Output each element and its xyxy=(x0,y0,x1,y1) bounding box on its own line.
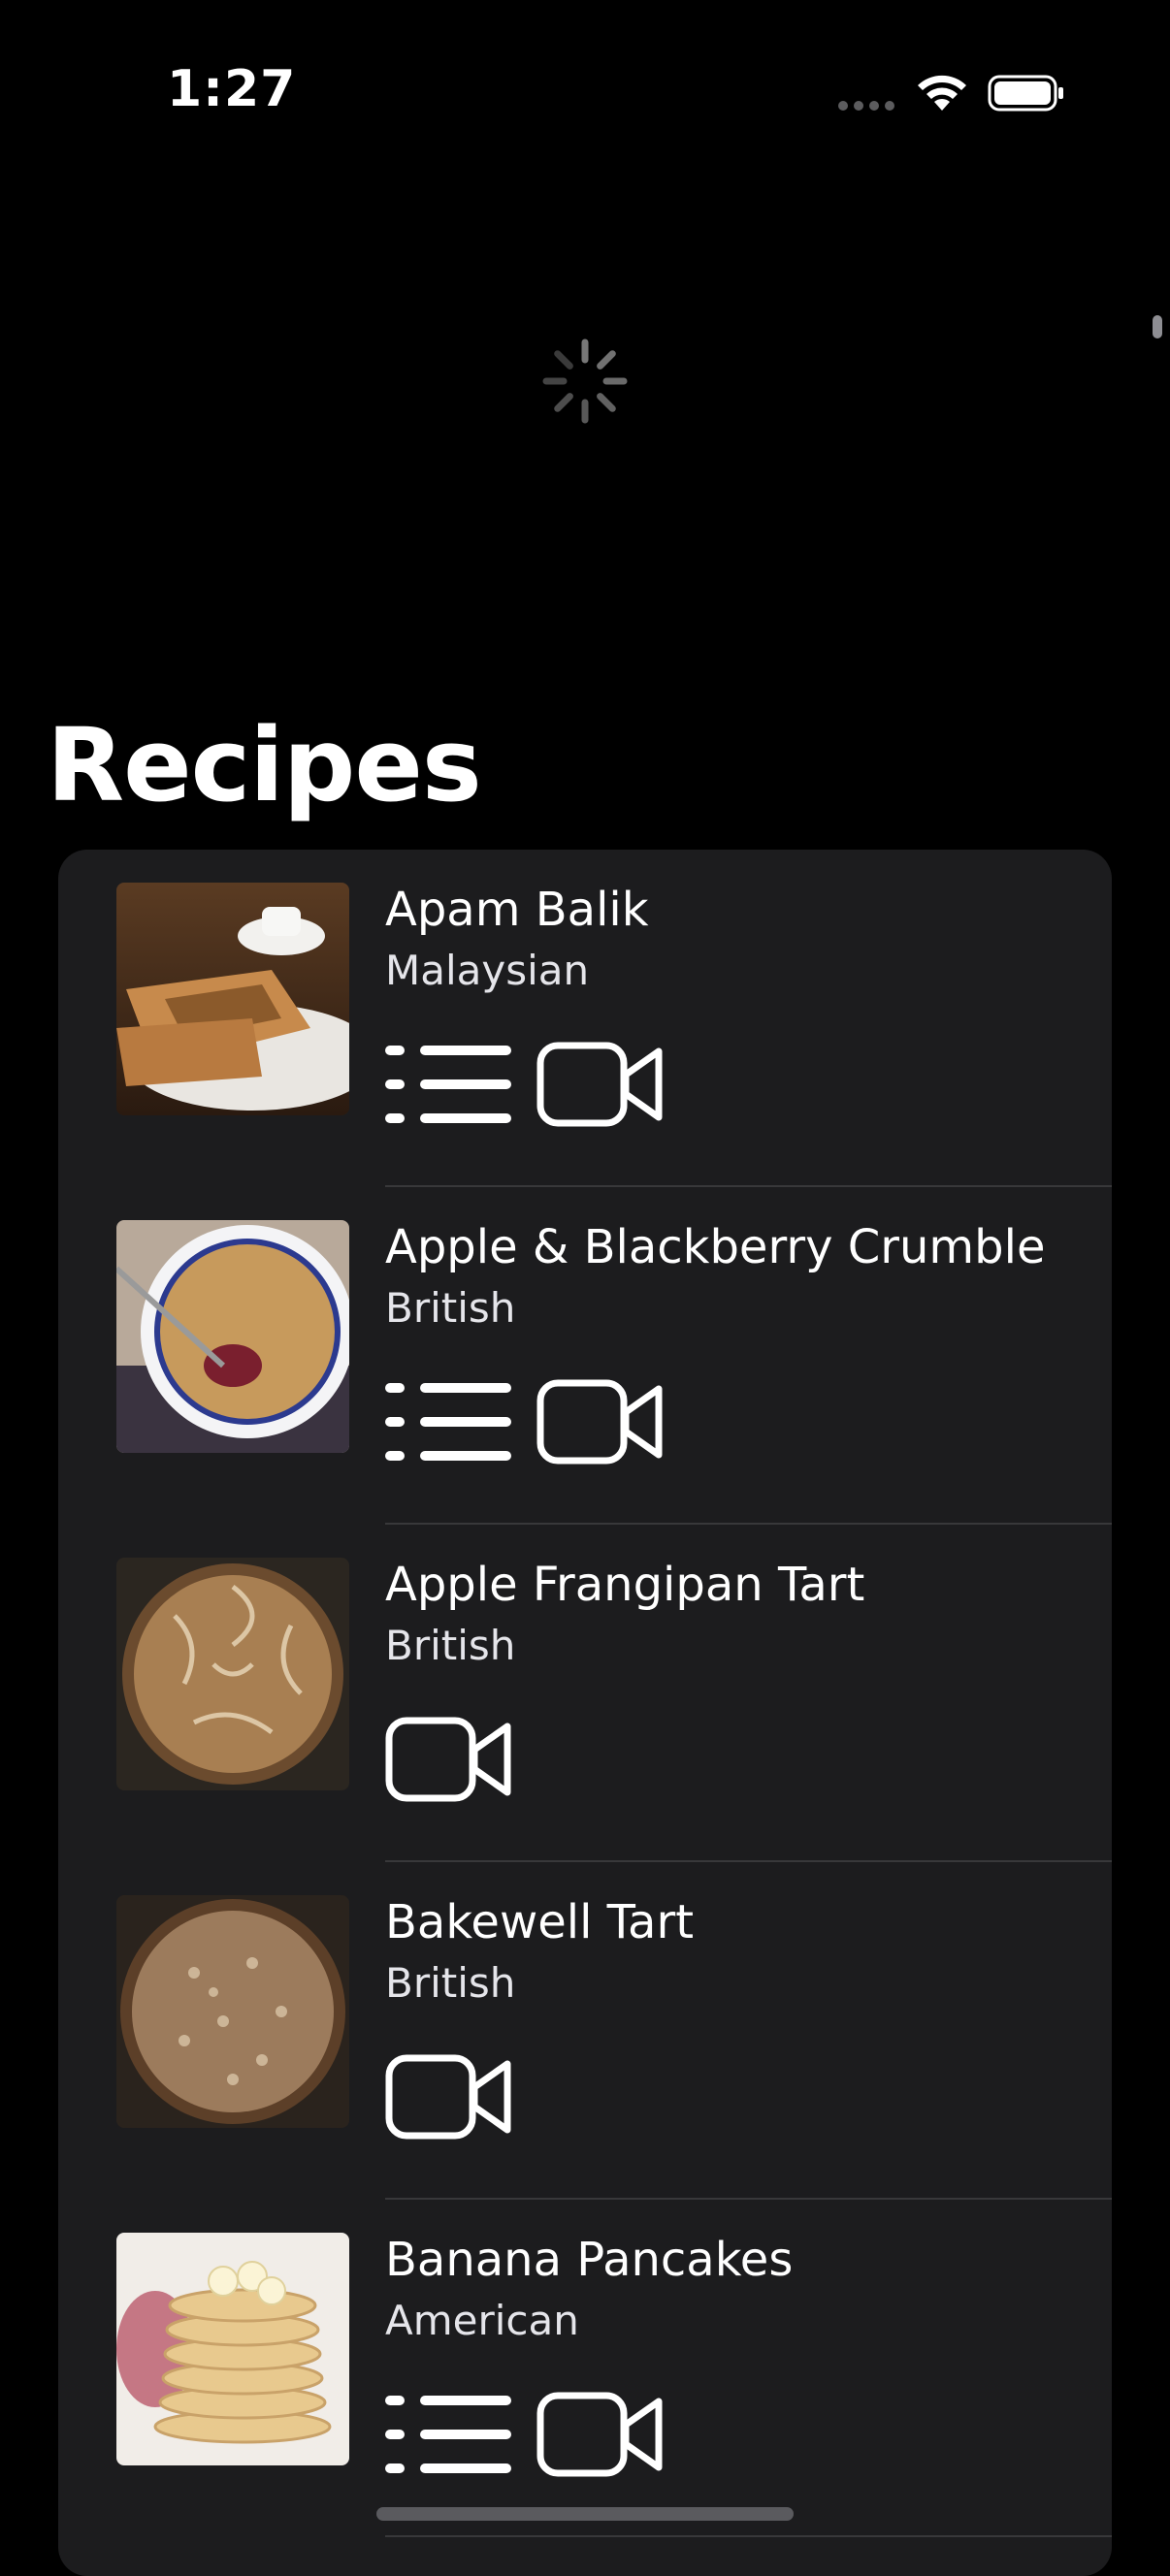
status-time: 1:27 xyxy=(167,60,297,118)
recipe-thumbnail xyxy=(116,2233,349,2465)
recipe-area: American xyxy=(385,2297,579,2344)
cellular-signal-icon xyxy=(838,101,896,111)
wifi-icon xyxy=(918,75,966,111)
recipe-thumbnail xyxy=(116,1220,349,1453)
recipe-name: Apple Frangipan Tart xyxy=(385,1558,865,1612)
list-icon xyxy=(385,2396,511,2473)
row-divider xyxy=(385,2535,1112,2537)
home-indicator[interactable] xyxy=(376,2507,794,2521)
video-camera-icon xyxy=(536,1379,663,1465)
recipe-thumbnail xyxy=(116,883,349,1115)
recipe-area: British xyxy=(385,1622,516,1669)
recipe-row[interactable]: Apple Frangipan Tart British xyxy=(58,1525,1112,1862)
recipe-area: British xyxy=(385,1959,516,2007)
recipe-area: Malaysian xyxy=(385,947,590,994)
page-title: Recipes xyxy=(47,706,482,824)
video-camera-icon xyxy=(536,2392,663,2477)
status-bar: 1:27 xyxy=(0,0,1170,184)
list-icon xyxy=(385,1383,511,1461)
recipe-row[interactable]: Apple & Blackberry Crumble British xyxy=(58,1187,1112,1525)
recipe-thumbnail xyxy=(116,1895,349,2128)
recipe-badges xyxy=(385,2390,665,2479)
list-icon xyxy=(385,1046,511,1123)
recipe-row[interactable]: Apam Balik Malaysian xyxy=(58,850,1112,1187)
recipe-name: Bakewell Tart xyxy=(385,1895,695,1949)
video-camera-icon xyxy=(536,1042,663,1127)
recipe-badges xyxy=(385,1040,665,1129)
recipe-area: British xyxy=(385,1284,516,1332)
recipe-name: Apam Balik xyxy=(385,883,649,937)
recipe-list[interactable]: Apam Balik Malaysian Apple & Blackberry … xyxy=(58,850,1112,2576)
recipe-badges xyxy=(385,2052,513,2141)
recipe-badges xyxy=(385,1715,513,1804)
recipe-thumbnail xyxy=(116,1558,349,1790)
video-camera-icon xyxy=(385,2054,511,2140)
activity-spinner-icon xyxy=(542,338,628,424)
recipe-name: Apple & Blackberry Crumble xyxy=(385,1220,1046,1274)
recipe-badges xyxy=(385,1377,665,1466)
recipe-name: Banana Pancakes xyxy=(385,2233,794,2287)
recipe-row[interactable]: Bakewell Tart British xyxy=(58,1862,1112,2200)
recipe-row[interactable]: Banana Pancakes American xyxy=(58,2200,1112,2537)
scroll-indicator[interactable] xyxy=(1153,315,1162,338)
video-camera-icon xyxy=(385,1717,511,1802)
battery-icon xyxy=(988,75,1063,112)
